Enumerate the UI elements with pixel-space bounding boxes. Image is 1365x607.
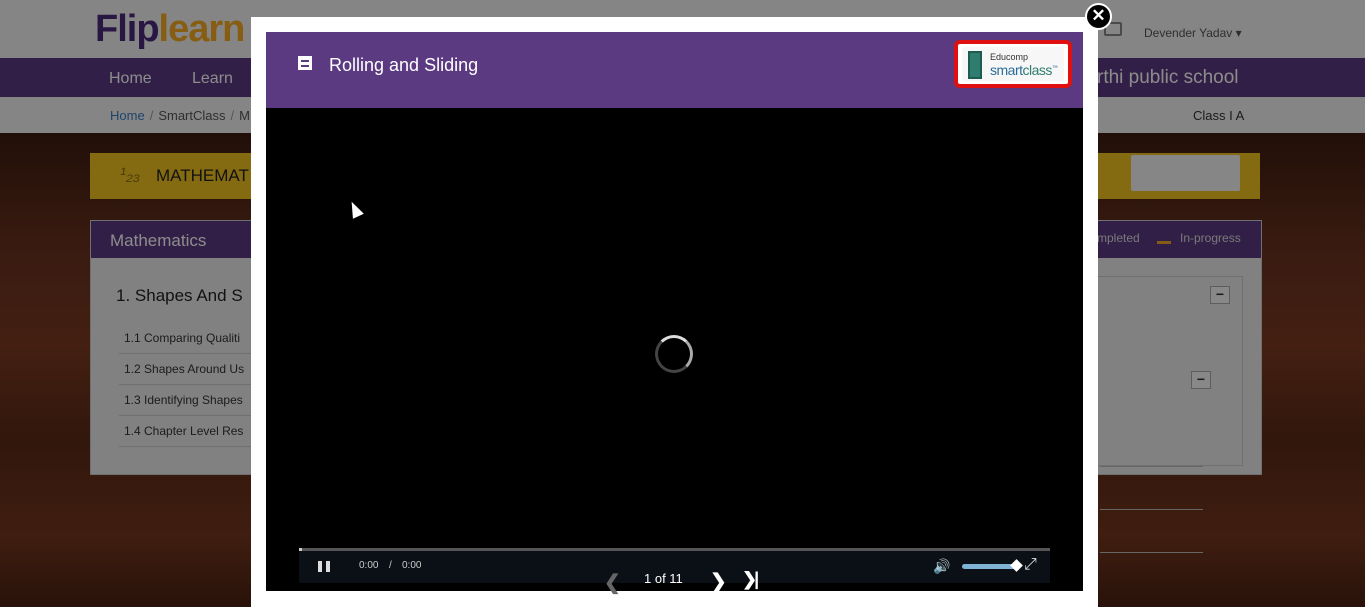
slide-counter: 1 of 11 <box>644 571 683 586</box>
fullscreen-icon[interactable]: ⤢ <box>1024 556 1037 574</box>
loading-spinner-icon <box>655 335 693 373</box>
next-slide-icon[interactable]: ❯ <box>710 569 727 594</box>
logo-inner: Educomp smartclass™ <box>962 47 1064 81</box>
pause-icon[interactable] <box>318 561 330 572</box>
film-icon <box>298 56 312 70</box>
video-title: Rolling and Sliding <box>329 55 479 75</box>
modal-header: Rolling and Sliding Educomp smartclass™ <box>266 32 1083 108</box>
volume-slider[interactable] <box>962 564 1017 569</box>
duration: 0:00 <box>402 560 422 571</box>
video-player[interactable]: 0:00 / 0:00 🔊 ⤢ ❮ 1 of 11 ❯ ❯| <box>266 108 1083 594</box>
brand-tm: ™ <box>1051 65 1058 72</box>
progress-fill <box>299 548 302 551</box>
volume-icon[interactable]: 🔊 <box>933 558 950 575</box>
door-icon <box>968 51 982 79</box>
prev-slide-icon[interactable]: ❮ <box>604 570 621 595</box>
brand-big-1: smart <box>990 62 1023 78</box>
educomp-smartclass-logo: Educomp smartclass™ <box>954 40 1072 88</box>
close-icon[interactable]: ✕ <box>1085 3 1112 30</box>
mouse-cursor <box>346 199 364 219</box>
current-time: 0:00 <box>359 560 379 571</box>
brand-big-2: class <box>1022 62 1053 78</box>
progress-bar[interactable] <box>299 548 1050 551</box>
brand-big: smartclass™ <box>990 62 1058 78</box>
volume-knob[interactable] <box>1010 559 1023 572</box>
last-slide-icon[interactable]: ❯| <box>742 569 759 590</box>
brand-small: Educomp <box>990 52 1029 62</box>
time-separator: / <box>389 560 392 571</box>
